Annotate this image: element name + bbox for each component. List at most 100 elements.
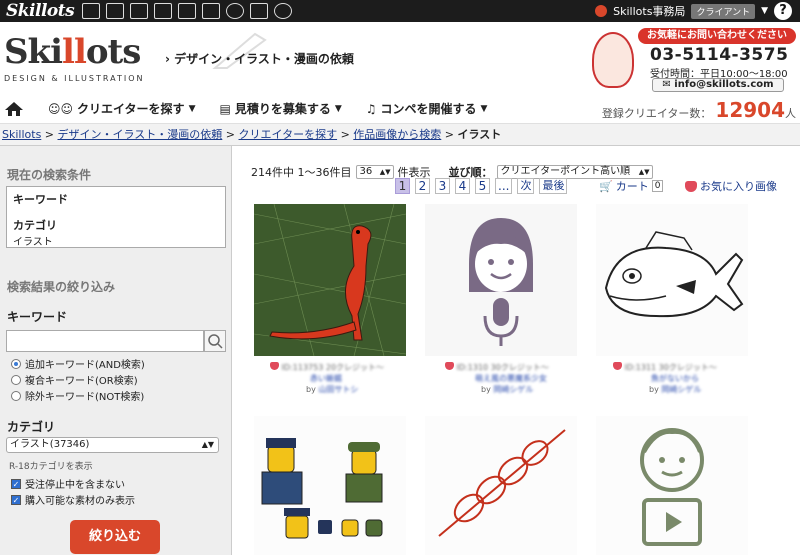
condition-keyword-label: キーワード — [13, 193, 68, 206]
sort-select[interactable]: クリエイターポイント高い順 ▲▼ — [496, 165, 653, 179]
page-3[interactable]: 3 — [435, 178, 450, 194]
search-icon — [208, 334, 223, 349]
category-heading: カテゴリ — [7, 420, 56, 434]
skewer-illustration — [438, 429, 566, 537]
music-icon[interactable] — [130, 3, 149, 19]
checkbox-purchasable-only[interactable]: ✓ 購入可能な素材のみ表示 — [11, 492, 135, 507]
fish-illustration — [604, 231, 744, 318]
people-icon: ☺☺ — [48, 101, 74, 116]
breadcrumb-image-search[interactable]: 作品画像から検索 — [353, 128, 441, 141]
headset-icon: ♫ — [365, 101, 377, 116]
sidebar: 現在の検索条件 キーワード カテゴリ イラスト 検索結果の絞り込み キーワード … — [0, 146, 232, 555]
brush-icon[interactable] — [154, 3, 173, 19]
checkbox-icon: ✓ — [11, 494, 21, 505]
breadcrumb-find-creators[interactable]: クリエイターを探す — [239, 128, 338, 141]
user-name[interactable]: Skillots事務局 — [613, 3, 685, 19]
keyword-heading: キーワード — [7, 310, 68, 324]
page-last[interactable]: 最後 — [539, 178, 568, 194]
results-area: 214件中 1〜36件目 36 ▲▼ 件表示 並び順： クリエイターポイント高い… — [233, 146, 800, 555]
toy-figures-illustration — [261, 438, 383, 539]
keyword-input[interactable] — [6, 330, 204, 352]
help-button[interactable]: ? — [774, 2, 792, 20]
role-badge: クライアント — [691, 3, 756, 19]
result-title-2[interactable]: 萌え風の悪魔系少女 — [475, 374, 547, 383]
select-arrow-icon: ▲▼ — [638, 168, 650, 176]
page-5[interactable]: 5 — [475, 178, 490, 194]
pen-icon[interactable] — [82, 3, 101, 19]
chevron-down-icon: ▼ — [480, 103, 488, 114]
page-2[interactable]: 2 — [415, 178, 430, 194]
palette-icon[interactable] — [274, 3, 293, 19]
page-1[interactable]: 1 — [395, 178, 410, 194]
home-icon[interactable] — [4, 101, 24, 117]
chevron-down-icon: ▼ — [188, 103, 196, 114]
breadcrumb-requests[interactable]: デザイン・イラスト・漫画の依頼 — [58, 128, 223, 141]
radio-dot — [11, 358, 21, 369]
result-title-3[interactable]: 魚がないから — [651, 374, 699, 383]
heart-icon — [685, 180, 697, 192]
radio-not-search[interactable]: 除外キーワード(NOT検索) — [11, 388, 144, 403]
result-thumb-5[interactable] — [425, 416, 577, 555]
select-arrow-icon: ▲▼ — [379, 168, 391, 176]
radio-dot — [11, 374, 21, 385]
document-icon: ▤ — [219, 101, 231, 116]
page-4[interactable]: 4 — [455, 178, 470, 194]
current-conditions-title: 現在の検索条件 — [7, 168, 92, 182]
top-bar: Skillots Skillots事務局 クライアント ▼ ? — [0, 0, 800, 22]
condition-category-value: イラスト — [13, 237, 53, 248]
topbar-logo[interactable]: Skillots — [6, 1, 75, 21]
condition-category-label: カテゴリ — [13, 219, 57, 232]
radio-and-search[interactable]: 追加キーワード(AND検索) — [11, 356, 145, 371]
select-arrow-icon: ▲▼ — [201, 440, 214, 449]
speech-bubble-icon[interactable] — [226, 3, 245, 19]
result-meta-1: ID:113753 20クレジット〜 赤い蜥蜴 by 山田サトシ — [270, 362, 430, 395]
code-icon[interactable] — [250, 3, 269, 19]
email-link[interactable]: ✉ info@skillots.com — [652, 78, 784, 92]
result-thumb-2[interactable] — [425, 204, 577, 356]
search-button[interactable] — [204, 330, 226, 352]
nav-hold-contest[interactable]: ♫ コンペを開催する ▼ — [366, 100, 488, 117]
refine-title: 検索結果の絞り込み — [7, 280, 116, 294]
radio-dot — [11, 390, 21, 401]
nav-request-quotes[interactable]: ▤ 見積りを募集する ▼ — [219, 100, 341, 117]
result-thumb-6[interactable] — [596, 416, 748, 555]
breadcrumb-home[interactable]: Skillots — [2, 128, 41, 141]
camera-icon[interactable] — [178, 3, 197, 19]
result-thumb-1[interactable] — [253, 203, 407, 357]
favorites-link[interactable]: お気に入り画像 — [685, 178, 777, 194]
phone-number: 03-5114-3575 — [650, 45, 789, 65]
per-page-select[interactable]: 36 ▲▼ — [355, 165, 394, 179]
image-icon[interactable] — [202, 3, 221, 19]
video-icon[interactable] — [106, 3, 125, 19]
checkbox-exclude-stopped[interactable]: ✓ 受注停止中を含まない — [11, 476, 125, 491]
logo-tagline: DESIGN & ILLUSTRATION — [4, 74, 145, 83]
cart-icon: 🛒 — [599, 179, 613, 193]
singer-icon-illustration — [469, 218, 533, 346]
chevron-down-icon[interactable]: ▼ — [761, 6, 768, 16]
page-next[interactable]: 次 — [517, 178, 535, 194]
refine-submit-button[interactable]: 絞り込む — [70, 520, 160, 554]
nav-find-creators[interactable]: ☺☺ クリエイターを探す ▼ — [48, 100, 195, 117]
creator-count: 登録クリエイター数： 12904人 — [601, 98, 796, 122]
site-logo[interactable]: Skillots — [4, 32, 141, 72]
radio-or-search[interactable]: 複合キーワード(OR検索) — [11, 372, 138, 387]
result-title-1[interactable]: 赤い蜥蜴 — [310, 374, 342, 383]
favorite-heart-icon[interactable] — [270, 362, 279, 370]
results-summary: 214件中 1〜36件目 — [251, 166, 352, 179]
cart-link[interactable]: 🛒 カート 0 — [599, 178, 664, 194]
current-conditions-box: キーワード カテゴリ イラスト — [6, 186, 226, 248]
favorite-heart-icon[interactable] — [445, 362, 454, 370]
topbar-icons — [82, 3, 293, 19]
chevron-down-icon: ▼ — [334, 103, 342, 114]
favorite-heart-icon[interactable] — [613, 362, 622, 370]
contact-box: お気軽にお問い合わせください 03-5114-3575 受付時間：平日10:00… — [592, 28, 798, 92]
page-title: › デザイン・イラスト・漫画の依頼 — [165, 52, 354, 66]
r18-link[interactable]: R-18カテゴリを表示 — [9, 459, 93, 472]
contact-pill[interactable]: お気軽にお問い合わせください — [638, 28, 796, 44]
breadcrumb: Skillots > デザイン・イラスト・漫画の依頼 > クリエイターを探す >… — [0, 124, 800, 146]
result-thumb-3[interactable] — [596, 204, 748, 356]
category-select[interactable]: イラスト(37346) ▲▼ — [6, 437, 219, 453]
lizard-illustration — [253, 203, 407, 357]
main-nav: ☺☺ クリエイターを探す ▼ ▤ 見積りを募集する ▼ ♫ コンペを開催する ▼ 登録… — [0, 94, 800, 124]
result-thumb-4[interactable] — [254, 416, 406, 555]
